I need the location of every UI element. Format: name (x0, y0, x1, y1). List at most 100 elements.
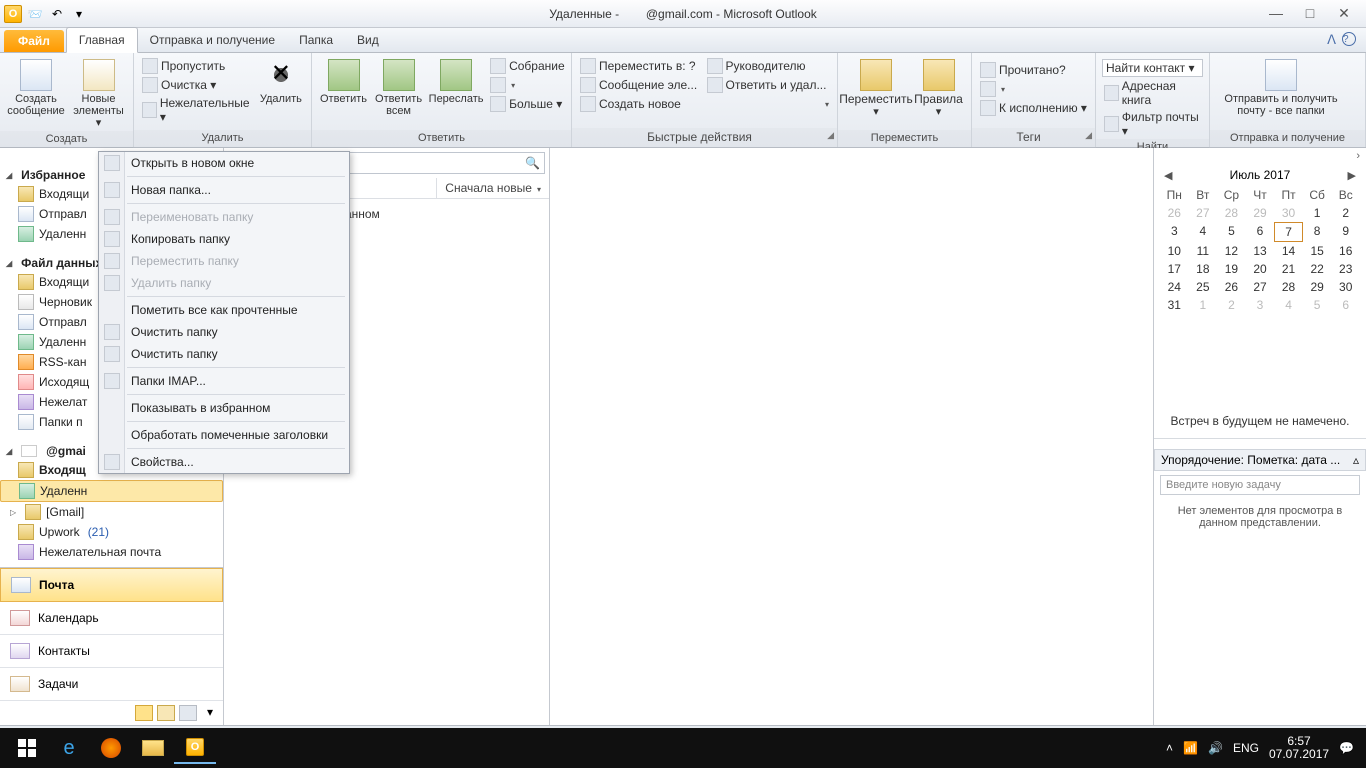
calendar-month: Июль 2017 (1230, 168, 1291, 182)
cm-clean-folder-1[interactable]: Очистить папку (99, 321, 349, 343)
tab-view[interactable]: Вид (345, 28, 391, 52)
next-month-icon[interactable]: ▶ (1344, 169, 1360, 182)
delete-button[interactable]: ✕Удалить (257, 57, 305, 107)
taskbar-firefox-icon[interactable] (90, 732, 132, 764)
acct-upwork[interactable]: Upwork(21) (0, 522, 223, 542)
mini-shortcuts-icon[interactable] (179, 705, 197, 721)
more-respond-button[interactable]: Больше ▾ (488, 95, 567, 113)
im-button[interactable]: ▾ (488, 76, 567, 94)
tray-volume-icon[interactable]: 🔊 (1208, 741, 1223, 755)
cm-copy-folder[interactable]: Копировать папку (99, 228, 349, 250)
group-tags: Теги◢ (972, 128, 1095, 147)
mini-configure-icon[interactable]: ▾ (201, 705, 219, 721)
mini-folders-icon[interactable] (157, 705, 175, 721)
group-sendreceive: Отправка и получение (1210, 130, 1365, 147)
send-receive-all-button[interactable]: Отправить и получить почту - все папки (1216, 57, 1346, 119)
junk-button[interactable]: Нежелательные ▾ (140, 95, 253, 125)
tray-network-icon[interactable]: 📶 (1183, 741, 1198, 755)
quickstep-replydel[interactable]: Ответить и удал... (705, 76, 832, 94)
cm-delete-folder: Удалить папку (99, 272, 349, 294)
acct-gmail[interactable]: ▷[Gmail] (0, 502, 223, 522)
start-button[interactable] (6, 732, 48, 764)
help-icon[interactable]: ? (1342, 32, 1356, 46)
group-create: Создать (0, 131, 133, 148)
minimize-button[interactable]: — (1264, 5, 1288, 22)
find-contact-input[interactable]: Найти контакт ▾ (1102, 59, 1203, 77)
move-button[interactable]: Переместить▾ (844, 57, 908, 120)
filter-mail-button[interactable]: Фильтр почты ▾ (1102, 109, 1203, 139)
search-icon[interactable]: 🔍 (525, 156, 540, 170)
task-arrange-header[interactable]: Упорядочение: Пометка: дата ...▵ (1154, 449, 1366, 471)
ribbon: Создать сообщение Новые элементы ▾ Созда… (0, 53, 1366, 148)
cm-clean-folder-2[interactable]: Очистить папку (99, 343, 349, 365)
maximize-button[interactable]: □ (1298, 5, 1322, 22)
quickstep-teammsg[interactable]: Сообщение эле... (578, 76, 705, 94)
qat-customize-icon[interactable]: ▾ (70, 5, 88, 23)
cm-properties[interactable]: Свойства... (99, 451, 349, 473)
sort-newest[interactable]: Сначала новые ▾ (437, 178, 549, 198)
module-calendar[interactable]: Календарь (0, 602, 223, 635)
no-tasks-message: Нет элементов для просмотра в данном пре… (1154, 505, 1366, 529)
outlook-icon: O (4, 5, 22, 23)
reading-pane (550, 148, 1154, 725)
quickstep-more[interactable]: ▾ (705, 95, 832, 113)
minimize-ribbon-icon[interactable]: ᐱ (1327, 32, 1336, 48)
tray-expand-icon[interactable]: ˄ (1166, 741, 1173, 755)
close-button[interactable]: ✕ (1332, 5, 1356, 22)
forward-button[interactable]: Переслать (428, 57, 484, 107)
group-move: Переместить (838, 130, 971, 147)
no-appointments: Встреч в будущем не намечено. (1154, 414, 1366, 428)
meeting-button[interactable]: Собрание (488, 57, 567, 75)
qat-sendreceive-icon[interactable]: 📨 (26, 5, 44, 23)
cleanup-button[interactable]: Очистка ▾ (140, 76, 253, 94)
cm-show-in-favorites[interactable]: Показывать в избранном (99, 397, 349, 419)
window-title: Удаленные - @gmail.com - Microsoft Outlo… (549, 7, 817, 21)
cm-rename-folder: Переименовать папку (99, 206, 349, 228)
followup-button[interactable]: К исполнению ▾ (978, 99, 1089, 117)
module-tasks[interactable]: Задачи (0, 668, 223, 701)
new-mail-button[interactable]: Создать сообщение (6, 57, 66, 119)
new-items-button[interactable]: Новые элементы ▾ (70, 57, 127, 131)
qat-undo-icon[interactable]: ↶ (48, 5, 66, 23)
tab-home[interactable]: Главная (66, 27, 138, 53)
cm-open-new-window[interactable]: Открыть в новом окне (99, 152, 349, 174)
cm-imap-folders[interactable]: Папки IMAP... (99, 370, 349, 392)
quickstep-createnew[interactable]: Создать новое (578, 95, 705, 113)
mini-notes-icon[interactable] (135, 705, 153, 721)
tray-notifications-icon[interactable]: 💬 (1339, 741, 1354, 755)
acct-junk[interactable]: Нежелательная почта (0, 542, 223, 562)
cm-mark-all-read[interactable]: Пометить все как прочтенные (99, 299, 349, 321)
new-task-input[interactable]: Введите новую задачу (1160, 475, 1360, 495)
address-book-button[interactable]: Адресная книга (1102, 78, 1203, 108)
reply-all-button[interactable]: Ответить всем (373, 57, 424, 119)
tab-sendreceive[interactable]: Отправка и получение (138, 28, 287, 52)
tray-clock[interactable]: 6:5707.07.2017 (1269, 735, 1329, 761)
group-delete: Удалить (134, 130, 311, 147)
date-navigator[interactable]: ◀ Июль 2017 ▶ ПнВтСрЧтПтСбВс262728293012… (1154, 168, 1366, 314)
module-contacts[interactable]: Контакты (0, 635, 223, 668)
title-bar: O 📨 ↶ ▾ Удаленные - @gmail.com - Microso… (0, 0, 1366, 28)
group-quicksteps: Быстрые действия◢ (572, 128, 837, 147)
read-unread-button[interactable]: Прочитано? (978, 61, 1089, 79)
taskbar-explorer-icon[interactable] (132, 732, 174, 764)
tab-file[interactable]: Файл (4, 30, 64, 52)
tab-folder[interactable]: Папка (287, 28, 345, 52)
todo-collapse-button[interactable]: › (1154, 148, 1366, 168)
quickstep-manager[interactable]: Руководителю (705, 57, 832, 75)
todo-bar: › ◀ Июль 2017 ▶ ПнВтСрЧтПтСбВс2627282930… (1154, 148, 1366, 725)
tray-language[interactable]: ENG (1233, 741, 1259, 755)
windows-taskbar: e O ˄ 📶 🔊 ENG 6:5707.07.2017 💬 (0, 728, 1366, 768)
rules-button[interactable]: Правила▾ (912, 57, 965, 120)
cm-new-folder[interactable]: Новая папка... (99, 179, 349, 201)
taskbar-outlook-icon[interactable]: O (174, 732, 216, 764)
taskbar-edge-icon[interactable]: e (48, 732, 90, 764)
categorize-button[interactable]: ▾ (978, 80, 1089, 98)
prev-month-icon[interactable]: ◀ (1160, 169, 1176, 182)
reply-button[interactable]: Ответить (318, 57, 369, 107)
cm-process-headers[interactable]: Обработать помеченные заголовки (99, 424, 349, 446)
quickstep-move[interactable]: Переместить в: ? (578, 57, 705, 75)
ignore-button[interactable]: Пропустить (140, 57, 253, 75)
acct-deleted[interactable]: Удаленн (0, 480, 223, 502)
group-respond: Ответить (312, 130, 571, 147)
module-mail[interactable]: Почта (0, 568, 223, 602)
